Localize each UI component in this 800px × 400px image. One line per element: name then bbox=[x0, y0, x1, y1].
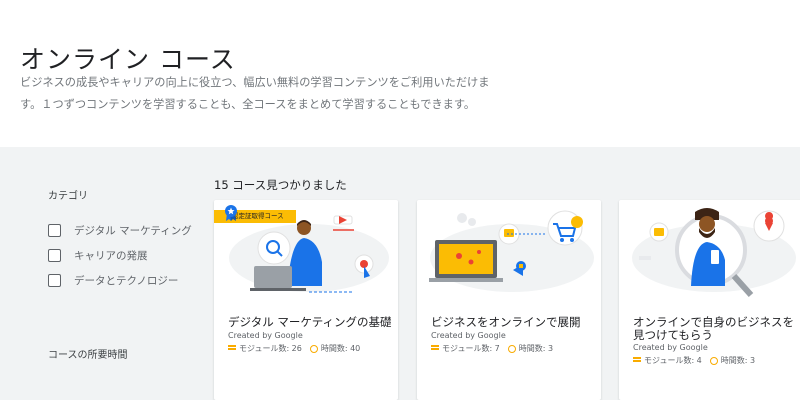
hour-count: 時間数: 3 bbox=[518, 344, 554, 353]
checkbox[interactable] bbox=[48, 224, 61, 237]
checkbox[interactable] bbox=[48, 249, 61, 262]
filter-label: データとテクノロジー bbox=[74, 275, 179, 287]
course-stats: モジュール数: 7 時間数: 3 bbox=[431, 343, 553, 354]
course-illustration bbox=[632, 208, 796, 298]
clock-icon bbox=[507, 344, 516, 353]
course-title: ビジネスをオンラインで展開 bbox=[431, 315, 581, 329]
course-stats: モジュール数: 26 時間数: 40 bbox=[228, 343, 360, 354]
module-count: モジュール数: 4 bbox=[644, 356, 702, 365]
results-count: 15 コース見つかりました bbox=[214, 178, 347, 192]
course-title: デジタル マーケティングの基礎 bbox=[228, 315, 392, 329]
modules-icon bbox=[633, 357, 641, 364]
filter-label: キャリアの発展 bbox=[74, 250, 148, 262]
page-header: オンライン コース ビジネスの成長やキャリアの向上に役立つ、幅広い無料の学習コン… bbox=[0, 0, 800, 147]
modules-icon bbox=[431, 345, 439, 352]
course-illustration bbox=[429, 210, 594, 292]
main-content: カテゴリ デジタル マーケティング キャリアの発展 データとテクノロジー コース… bbox=[0, 147, 800, 400]
course-creator: Created by Google bbox=[431, 331, 506, 340]
module-count: モジュール数: 26 bbox=[239, 344, 302, 353]
course-stats: モジュール数: 4 時間数: 3 bbox=[633, 355, 755, 366]
module-count: モジュール数: 7 bbox=[442, 344, 500, 353]
course-creator: Created by Google bbox=[633, 343, 708, 352]
hour-count: 時間数: 3 bbox=[720, 356, 756, 365]
course-card-digital-marketing[interactable]: 認定証取得コース デジタル マーケティングの基礎 Created by Goog… bbox=[214, 200, 398, 400]
category-heading: カテゴリ bbox=[48, 191, 88, 202]
course-title: オンラインで自身のビジネスを見つけてもらう bbox=[633, 315, 794, 342]
course-card-business-online[interactable]: ビジネスをオンラインで展開 Created by Google モジュール数: … bbox=[417, 200, 601, 400]
award-ribbon-icon bbox=[225, 205, 237, 221]
modules-icon bbox=[228, 345, 236, 352]
filter-career-development[interactable]: キャリアの発展 bbox=[48, 248, 148, 263]
course-card-get-found-online[interactable]: オンラインで自身のビジネスを見つけてもらう Created by Google … bbox=[619, 200, 800, 400]
clock-icon bbox=[309, 344, 318, 353]
page-title: オンライン コース bbox=[20, 45, 236, 74]
filter-label: デジタル マーケティング bbox=[74, 225, 192, 237]
filter-data-technology[interactable]: データとテクノロジー bbox=[48, 273, 178, 288]
clock-icon bbox=[709, 356, 718, 365]
course-creator: Created by Google bbox=[228, 331, 303, 340]
hour-count: 時間数: 40 bbox=[320, 344, 361, 353]
filter-digital-marketing[interactable]: デジタル マーケティング bbox=[48, 223, 192, 238]
checkbox[interactable] bbox=[48, 274, 61, 287]
page-description: ビジネスの成長やキャリアの向上に役立つ、幅広い無料の学習コンテンツをご利用いただ… bbox=[20, 76, 490, 111]
duration-heading: コースの所要時間 bbox=[48, 350, 128, 361]
